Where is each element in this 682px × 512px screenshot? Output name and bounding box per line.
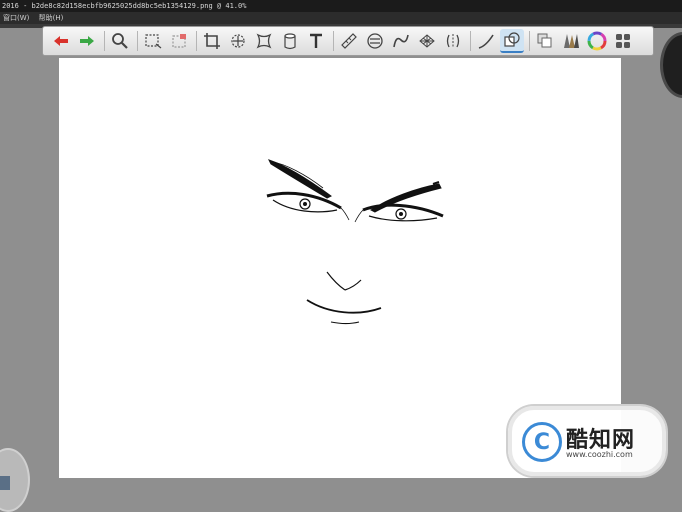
coozhi-logo-icon: C	[522, 422, 562, 462]
color-swatch[interactable]	[0, 476, 10, 490]
mirror-button[interactable]	[441, 29, 465, 53]
mirror-icon	[446, 34, 460, 48]
undo-button[interactable]	[49, 29, 73, 53]
toolbar-separator	[470, 31, 471, 51]
transform-button[interactable]	[226, 29, 250, 53]
ruler-button[interactable]	[337, 29, 361, 53]
brush-set-button[interactable]	[559, 29, 583, 53]
redo-button[interactable]	[75, 29, 99, 53]
crop-icon	[204, 33, 220, 49]
copy-icon	[537, 33, 552, 48]
watermark-url: www.coozhi.com	[566, 450, 633, 459]
toolbar-separator	[333, 31, 334, 51]
toolbar-separator	[196, 31, 197, 51]
color-wheel-icon	[587, 31, 607, 51]
ruler-icon	[341, 33, 357, 49]
text-button[interactable]	[304, 29, 328, 53]
watermark-badge: C 酷知网 www.coozhi.com	[508, 406, 666, 476]
undo-icon	[54, 36, 68, 46]
toolbar-separator	[529, 31, 530, 51]
transform-icon	[231, 34, 245, 48]
curve-ruler-button[interactable]	[389, 29, 413, 53]
zoom-button[interactable]	[108, 29, 132, 53]
select-rect-button[interactable]	[141, 29, 165, 53]
window-title-bar: 2016 - b2de8c82d158ecbfb9625025dd8bc5eb1…	[0, 0, 682, 12]
warp-icon	[256, 33, 272, 49]
pen-icon	[478, 34, 494, 49]
zoom-icon	[112, 33, 128, 49]
select-rect-icon	[145, 34, 162, 49]
bucket-icon	[284, 33, 296, 50]
toolbar-separator	[137, 31, 138, 51]
pen-button[interactable]	[474, 29, 498, 53]
panels-button[interactable]	[611, 29, 635, 53]
window-title: 2016 - b2de8c82d158ecbfb9625025dd8bc5eb1…	[2, 2, 247, 10]
copy-button[interactable]	[533, 29, 557, 53]
layer-shape-icon	[504, 32, 520, 47]
perspective-button[interactable]	[415, 29, 439, 53]
panels-icon	[616, 34, 630, 48]
redo-icon	[80, 36, 94, 46]
warp-button[interactable]	[252, 29, 276, 53]
crop-button[interactable]	[200, 29, 224, 53]
menu-window[interactable]: 窗口(W)	[0, 12, 33, 24]
text-icon	[310, 33, 322, 48]
navigator-widget[interactable]	[660, 32, 682, 98]
perspective-icon	[419, 34, 435, 48]
bucket-button[interactable]	[278, 29, 302, 53]
symmetry-button[interactable]	[363, 29, 387, 53]
brush-set-icon	[564, 34, 579, 48]
layer-shape-button[interactable]	[500, 29, 524, 53]
menu-bar: 窗口(W) 帮助(H)	[0, 12, 682, 24]
deselect-icon	[172, 34, 186, 48]
toolbar-separator	[104, 31, 105, 51]
symmetry-icon	[367, 33, 383, 49]
deselect-button[interactable]	[167, 29, 191, 53]
curve-ruler-icon	[393, 34, 409, 48]
menu-help[interactable]: 帮助(H)	[36, 12, 68, 24]
color-wheel-button[interactable]	[585, 29, 609, 53]
main-toolbar	[42, 26, 654, 56]
